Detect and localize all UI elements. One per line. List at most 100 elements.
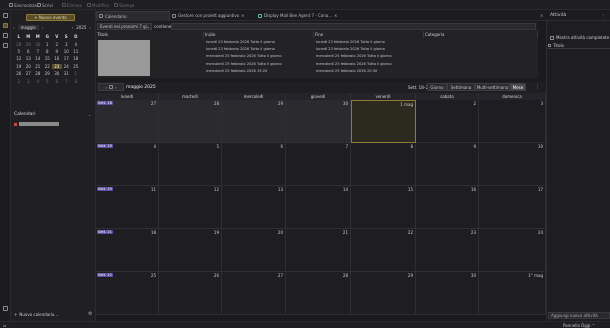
mini-day[interactable]: 26 bbox=[14, 71, 24, 76]
mini-day[interactable]: 21 bbox=[33, 64, 43, 69]
mini-day[interactable]: 16 bbox=[52, 56, 62, 61]
mini-day[interactable]: 18 bbox=[71, 56, 81, 61]
view-week-button[interactable]: Settimana bbox=[447, 83, 475, 91]
tasks-column-header[interactable]: Titolo bbox=[548, 43, 610, 49]
tasks-icon[interactable] bbox=[3, 33, 8, 38]
calendar-icon[interactable] bbox=[3, 23, 8, 28]
mini-day[interactable]: 7 bbox=[62, 79, 72, 84]
day-cell[interactable]: 9 bbox=[416, 143, 479, 186]
day-cell[interactable]: 25 Sett. 22 bbox=[96, 272, 159, 315]
sync-button[interactable]: Sincronizza bbox=[9, 2, 37, 8]
mini-day[interactable]: 30 bbox=[33, 42, 43, 47]
week-number-badge[interactable]: Sett. 20 bbox=[97, 187, 113, 191]
event-end[interactable]: mercoledì 25 febbraio 2026 20:30 bbox=[316, 69, 377, 73]
view-day-button[interactable]: Giorno bbox=[427, 83, 447, 91]
edit-button[interactable]: Modifica bbox=[87, 2, 109, 8]
calendars-collapse-icon[interactable]: ⌄ bbox=[88, 112, 91, 117]
event-end[interactable]: lunedì 23 febbraio 2026 Tutto il giorno bbox=[316, 40, 385, 44]
event-end[interactable]: mercoledì 25 febbraio 2026 Tutto il gior… bbox=[316, 54, 392, 58]
mini-day[interactable]: 4 bbox=[33, 79, 43, 84]
day-cell[interactable]: 27 Sett. 18 bbox=[96, 100, 159, 143]
mini-day[interactable]: 13 bbox=[24, 56, 34, 61]
day-cell[interactable]: 1 mag bbox=[351, 100, 416, 143]
day-cell[interactable]: 12 bbox=[159, 186, 222, 229]
mail-icon[interactable] bbox=[3, 13, 8, 18]
today-icon[interactable] bbox=[109, 85, 113, 89]
col-start[interactable]: Inizio bbox=[204, 31, 314, 38]
checkbox-icon[interactable] bbox=[550, 35, 554, 40]
mini-day[interactable]: 29 bbox=[24, 42, 34, 47]
mini-day[interactable]: 11 bbox=[71, 49, 81, 54]
mini-day[interactable]: 6 bbox=[52, 79, 62, 84]
col-category[interactable]: Categoria bbox=[424, 31, 538, 38]
close-icon[interactable]: × bbox=[334, 13, 337, 18]
prev-icon[interactable]: ‹ bbox=[105, 85, 107, 90]
mini-day[interactable]: 7 bbox=[33, 49, 43, 54]
new-calendar-button[interactable]: + Nuovo calendario... bbox=[14, 312, 58, 317]
close-icon[interactable]: × bbox=[241, 13, 244, 18]
mini-day[interactable]: 2 bbox=[14, 79, 24, 84]
day-cell[interactable]: 23 bbox=[416, 229, 479, 272]
day-cell[interactable]: 7 bbox=[286, 143, 351, 186]
day-cell[interactable]: 29 bbox=[222, 100, 286, 143]
day-cell[interactable]: 1° mag bbox=[479, 272, 546, 315]
day-cell[interactable]: 30 bbox=[416, 272, 479, 315]
col-title[interactable]: Titolo bbox=[96, 31, 204, 38]
week-number-badge[interactable]: Sett. 19 bbox=[97, 144, 113, 148]
day-cell[interactable]: 26 bbox=[159, 272, 222, 315]
day-cell[interactable]: 2 bbox=[416, 100, 479, 143]
day-cell[interactable]: 3 bbox=[479, 100, 546, 143]
mini-day[interactable]: 4 bbox=[71, 42, 81, 47]
mini-day[interactable]: 17 bbox=[62, 56, 72, 61]
event-range-select[interactable]: Eventi nei prossimi 7 giorni⌄ bbox=[97, 23, 152, 30]
week-number-badge[interactable]: Sett. 22 bbox=[97, 273, 113, 277]
week-number-badge[interactable]: Sett. 21 bbox=[97, 230, 113, 234]
day-cell[interactable]: 27 bbox=[222, 272, 286, 315]
mini-day[interactable]: 8 bbox=[71, 79, 81, 84]
mini-day[interactable]: 22 bbox=[43, 64, 53, 69]
day-cell[interactable]: 15 bbox=[351, 186, 416, 229]
compose-button[interactable]: Scrivi bbox=[37, 2, 53, 8]
mini-day[interactable]: 12 bbox=[14, 56, 24, 61]
day-cell[interactable]: 13 bbox=[222, 186, 286, 229]
day-cell[interactable]: 16 bbox=[416, 186, 479, 229]
mini-day[interactable]: 27 bbox=[24, 71, 34, 76]
day-cell[interactable]: 28 bbox=[286, 272, 351, 315]
next-year-icon[interactable]: › bbox=[89, 25, 91, 30]
day-cell[interactable]: 10 bbox=[479, 143, 546, 186]
event-start[interactable]: mercoledì 25 febbraio 2026 19:20 bbox=[206, 69, 267, 73]
next-month-icon[interactable]: › bbox=[42, 25, 44, 30]
mini-month-label[interactable]: maggio bbox=[17, 25, 39, 30]
calendar-options-icon[interactable]: ⋮ bbox=[535, 84, 540, 90]
mini-day[interactable]: 8 bbox=[43, 49, 53, 54]
week-number-badge[interactable]: Sett. 18 bbox=[97, 101, 113, 105]
tab-calendario[interactable]: Calendario bbox=[96, 11, 170, 20]
activity-icon[interactable]: ⇋ bbox=[3, 323, 6, 328]
delete-button[interactable]: Elimina bbox=[62, 2, 82, 8]
mini-day[interactable]: 29 bbox=[43, 71, 53, 76]
tasks-menu-icon[interactable]: ⋮ bbox=[601, 13, 605, 18]
mini-day[interactable]: 28 bbox=[33, 71, 43, 76]
day-cell[interactable]: 14 bbox=[286, 186, 351, 229]
day-cell[interactable]: 8 bbox=[351, 143, 416, 186]
mini-day[interactable]: 9 bbox=[52, 49, 62, 54]
new-task-input[interactable]: Aggiungi nuova attività bbox=[548, 312, 610, 319]
contacts-icon[interactable] bbox=[3, 43, 8, 48]
settings-icon[interactable] bbox=[3, 306, 8, 311]
mini-day[interactable]: 10 bbox=[62, 49, 72, 54]
mini-day[interactable]: 25 bbox=[71, 64, 81, 69]
close-icon[interactable]: × bbox=[540, 13, 543, 18]
mini-day[interactable]: 23 bbox=[52, 63, 62, 69]
day-cell[interactable]: 6 bbox=[222, 143, 286, 186]
mini-day[interactable]: 30 bbox=[52, 71, 62, 76]
tab-gestore[interactable]: Gestore con proiett aggiuntivo × bbox=[170, 11, 256, 20]
next-icon[interactable]: › bbox=[115, 85, 117, 90]
event-search-input[interactable] bbox=[171, 23, 536, 30]
day-cell[interactable]: 5 bbox=[159, 143, 222, 186]
day-cell[interactable]: 19 bbox=[159, 229, 222, 272]
mini-day[interactable]: 31 bbox=[62, 71, 72, 76]
event-start[interactable]: lunedì 23 febbraio 2026 Tutto il giorno bbox=[206, 47, 275, 51]
calendar-list-item[interactable] bbox=[14, 121, 84, 127]
mini-day[interactable]: 19 bbox=[14, 64, 24, 69]
tab-display[interactable]: Display Mail Bee Agent 7 - Cona... × bbox=[256, 11, 352, 20]
